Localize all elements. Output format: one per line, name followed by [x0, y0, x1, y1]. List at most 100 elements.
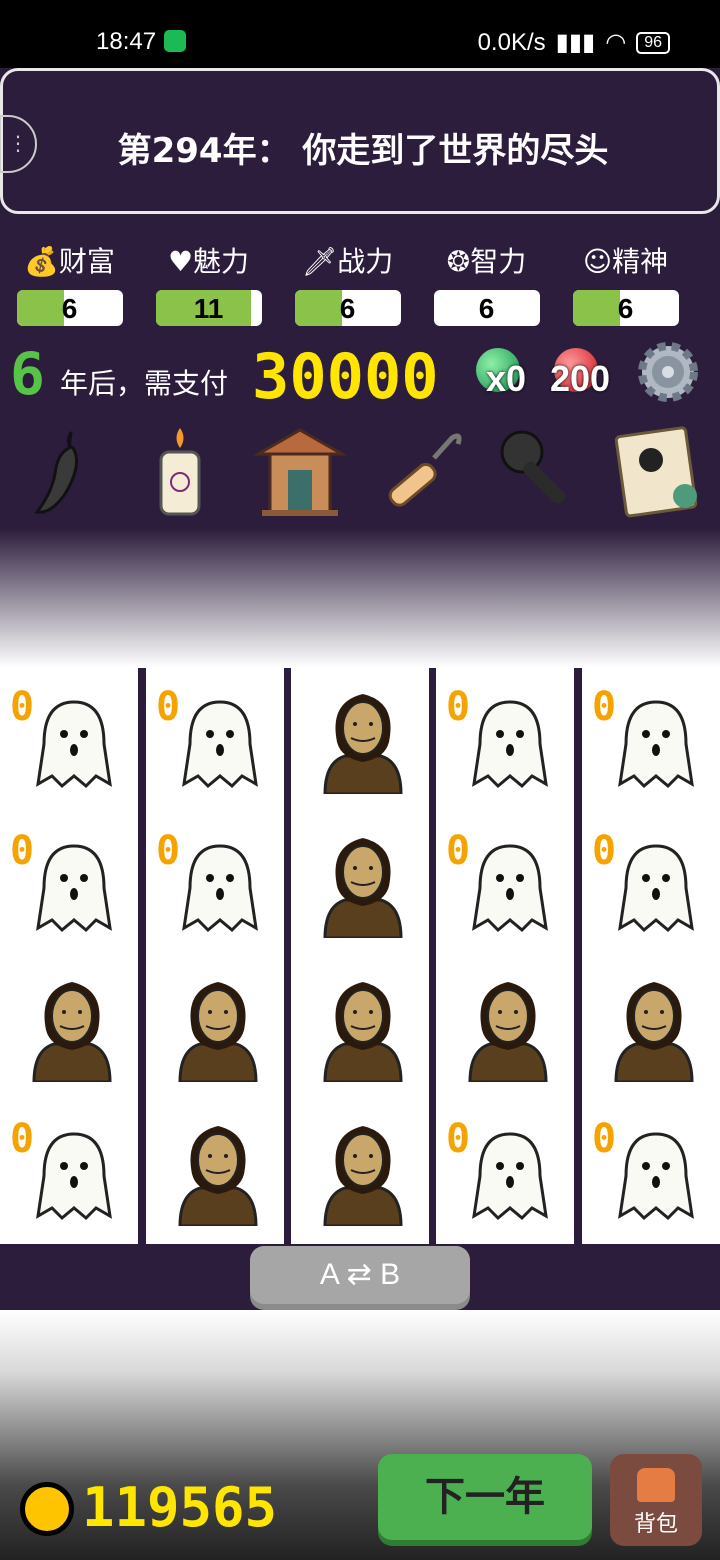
- ghost-value: 0: [592, 684, 617, 730]
- ghost-cell[interactable]: 0: [436, 668, 574, 812]
- masked-man-icon: [323, 838, 403, 938]
- ghost-cell[interactable]: 0: [0, 1100, 138, 1244]
- masked-man-icon: [178, 982, 258, 1082]
- stat-bar: 6: [16, 290, 123, 326]
- stat-label: 魅力: [193, 245, 250, 278]
- masked-man-icon: [323, 982, 403, 1082]
- event-banner: ⋮ 第294年： 你走到了世界的尽头: [0, 68, 720, 214]
- stat-combat: 🗡战力 6: [278, 240, 417, 326]
- page-title: 第294年： 你走到了世界的尽头: [117, 131, 609, 171]
- stat-wealth: 💰财富 6: [0, 240, 139, 326]
- stat-value: 11: [193, 293, 224, 324]
- masked-man-icon: [32, 982, 112, 1082]
- ghost-value: 0: [446, 1116, 471, 1162]
- payment-row: 6 年后，需支付 30000 x0 200: [10, 340, 710, 413]
- masked-man-icon: [468, 982, 548, 1082]
- backpack-button[interactable]: 背包: [610, 1454, 702, 1546]
- contract-icon[interactable]: [612, 422, 708, 522]
- masked-man-icon: [614, 982, 694, 1082]
- stat-bar: 6: [433, 290, 540, 326]
- stat-value: 6: [478, 293, 495, 324]
- coin-count: 119565: [82, 1476, 278, 1539]
- next-year-button[interactable]: 下一年: [378, 1454, 592, 1540]
- ghost-value: 0: [446, 684, 471, 730]
- ghost-icon: [36, 700, 112, 789]
- swap-b-label: B: [380, 1258, 401, 1291]
- swap-arrows-icon: ⇄: [346, 1258, 372, 1291]
- stat-value: 6: [617, 293, 634, 324]
- stat-bar: 6: [572, 290, 679, 326]
- man-cell[interactable]: [436, 956, 574, 1100]
- masked-man-icon: [178, 1126, 258, 1226]
- man-cell[interactable]: [291, 1100, 429, 1244]
- ghost-cell[interactable]: 0: [582, 1100, 720, 1244]
- item-bar: [0, 420, 720, 524]
- ghost-value: 0: [10, 1116, 35, 1162]
- stat-charm: ♥魅力 11: [139, 240, 278, 326]
- ghost-icon: [36, 1132, 112, 1221]
- ghost-icon: [618, 1132, 694, 1221]
- payment-amount: 30000: [252, 340, 439, 413]
- candle-icon[interactable]: [132, 422, 228, 522]
- man-cell[interactable]: [0, 956, 138, 1100]
- ghost-cell[interactable]: 0: [146, 668, 284, 812]
- man-cell[interactable]: [146, 1100, 284, 1244]
- gear-icon[interactable]: [636, 340, 700, 404]
- ghost-value: 0: [592, 1116, 617, 1162]
- man-cell[interactable]: [291, 668, 429, 812]
- swap-button[interactable]: A ⇄ B: [250, 1246, 470, 1304]
- masked-man-icon: [323, 1126, 403, 1226]
- ghost-cell[interactable]: 0: [0, 812, 138, 956]
- stat-intellect: ❂智力 6: [417, 240, 556, 326]
- stat-label: 精神: [612, 245, 669, 278]
- stat-label: 战力: [337, 245, 394, 278]
- status-bar: 18:47 0.0K/s ▮▮▮ ◠ 96: [0, 0, 720, 68]
- clock: 18:47: [96, 28, 157, 55]
- ghost-icon: [472, 1132, 548, 1221]
- green-gem-count: x0: [486, 358, 527, 399]
- ghost-cell[interactable]: 0: [582, 812, 720, 956]
- wifi-icon: ◠: [605, 29, 627, 56]
- masked-man-icon: [323, 694, 403, 794]
- ghost-cell[interactable]: 0: [146, 812, 284, 956]
- microphone-icon[interactable]: [492, 422, 588, 522]
- ghost-cell[interactable]: 0: [436, 1100, 574, 1244]
- ghost-value: 0: [10, 684, 35, 730]
- man-cell[interactable]: [291, 956, 429, 1100]
- call-icon: [164, 30, 186, 52]
- ghost-icon: [36, 844, 112, 933]
- man-cell[interactable]: [582, 956, 720, 1100]
- chili-pepper-icon[interactable]: [12, 422, 108, 522]
- backpack-label: 背包: [633, 1511, 678, 1536]
- fade-divider: [0, 528, 720, 668]
- ghost-icon: [182, 700, 258, 789]
- stat-label: 智力: [470, 245, 527, 278]
- ghost-value: 0: [156, 828, 181, 874]
- battery-icon: 96: [636, 31, 670, 54]
- ghost-cell[interactable]: 0: [436, 812, 574, 956]
- backpack-icon: [637, 1468, 675, 1502]
- mask-icon: ☺: [582, 245, 613, 278]
- ghost-value: 0: [10, 828, 35, 874]
- ghost-value: 0: [446, 828, 471, 874]
- stat-value: 6: [61, 293, 78, 324]
- man-cell[interactable]: [146, 956, 284, 1100]
- ghost-value: 0: [156, 684, 181, 730]
- sword-icon: 🗡: [301, 245, 338, 278]
- man-cell[interactable]: [291, 812, 429, 956]
- reel-column: 0 0 0: [436, 668, 574, 1244]
- stat-label: 财富: [58, 245, 115, 278]
- shrine-icon[interactable]: [252, 422, 348, 522]
- reel-grid: 00000000000: [0, 668, 720, 1244]
- money-bag-icon: 💰: [24, 245, 59, 278]
- signal-icon: ▮▮▮: [555, 29, 596, 56]
- ghost-cell[interactable]: 0: [0, 668, 138, 812]
- years-remaining: 6: [10, 340, 45, 408]
- swap-a-label: A: [319, 1258, 339, 1291]
- reel-column: 00: [146, 668, 284, 1244]
- heart-icon: ♥: [167, 245, 194, 278]
- coin-icon: [20, 1482, 74, 1536]
- reel-column: 0 0 0: [582, 668, 720, 1244]
- ghost-cell[interactable]: 0: [582, 668, 720, 812]
- hook-icon[interactable]: [372, 422, 468, 522]
